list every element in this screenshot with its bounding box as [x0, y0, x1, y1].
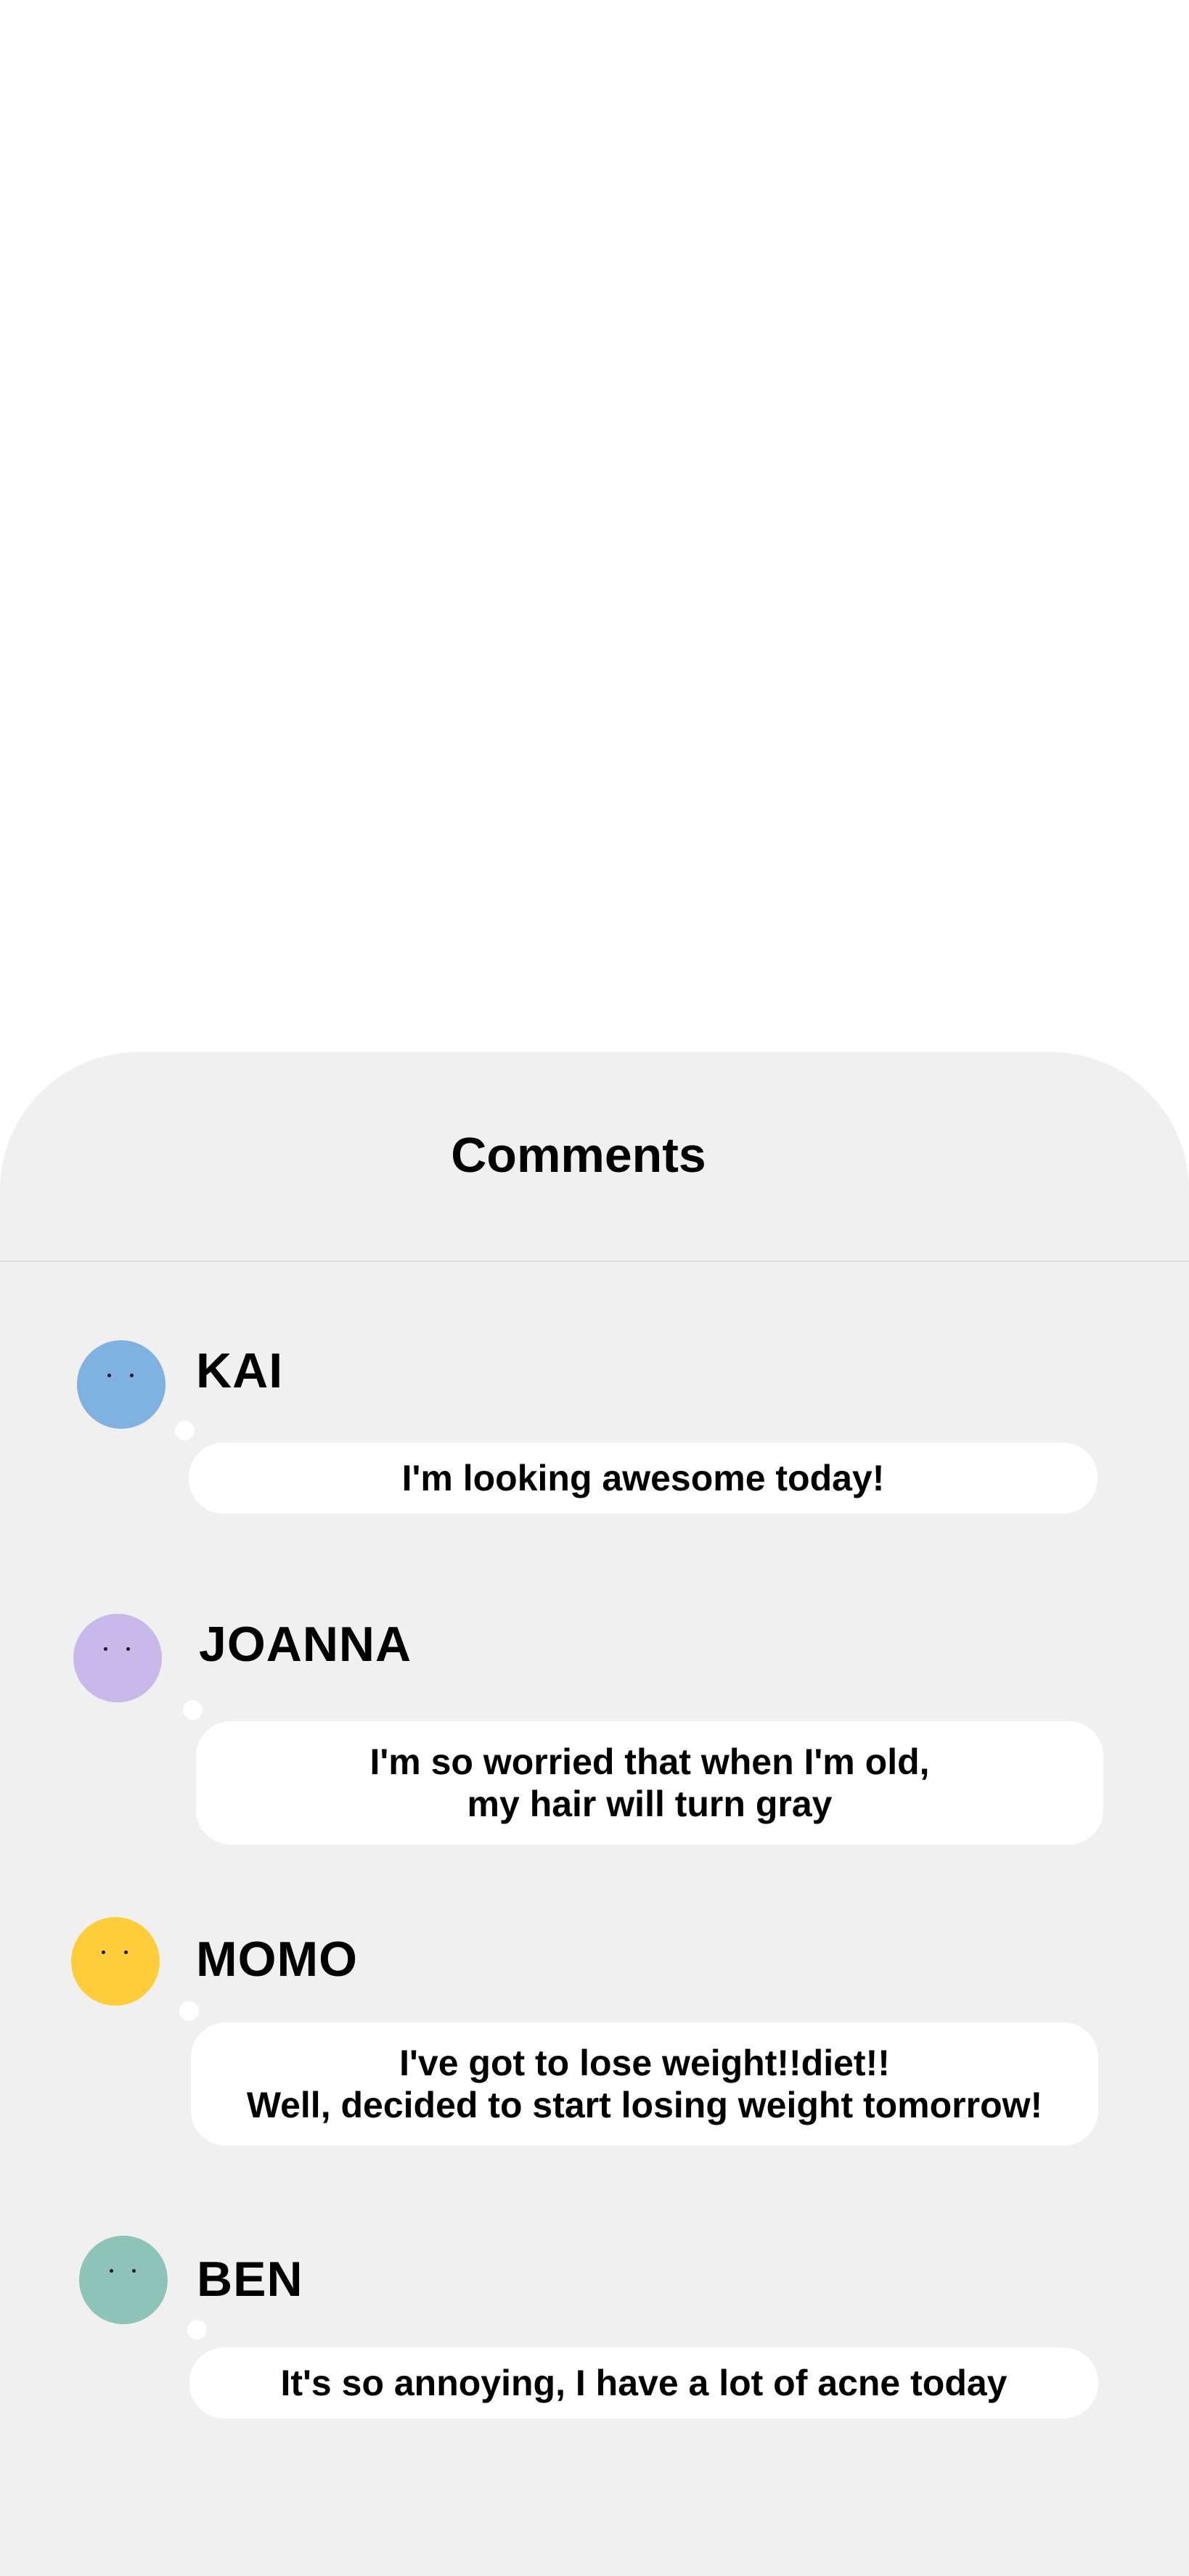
commenter-name[interactable]: KAI — [196, 1346, 283, 1395]
avatar-face-icon[interactable] — [71, 1917, 160, 2006]
avatar-face-icon[interactable] — [79, 2236, 168, 2324]
app-screen: Comments KAI I'm looking awesome today! … — [0, 0, 1189, 2576]
bubble-tail-dot — [187, 2320, 207, 2339]
avatar-eye-right — [130, 1374, 134, 1377]
avatar-eye-left — [107, 1374, 111, 1377]
comment-bubble: I'm looking awesome today! — [189, 1443, 1098, 1514]
comment-bubble: I'm so worried that when I'm old, my hai… — [196, 1721, 1103, 1845]
comment-bubble: I've got to lose weight!!diet!! Well, de… — [191, 2022, 1098, 2146]
bubble-tail-dot — [175, 1421, 195, 1440]
avatar-eye-right — [132, 2269, 136, 2273]
bubble-tail-dot — [179, 2001, 199, 2021]
avatar-eye-left — [110, 2269, 113, 2273]
avatar-eye-right — [126, 1647, 130, 1651]
bubble-tail-dot — [183, 1700, 203, 1720]
avatar-eye-left — [102, 1951, 105, 1954]
commenter-name[interactable]: JOANNA — [199, 1620, 412, 1669]
avatar-eye-right — [124, 1951, 128, 1954]
commenter-name[interactable]: MOMO — [196, 1935, 358, 1984]
avatar-eye-left — [104, 1647, 107, 1651]
comments-title: Comments — [451, 1128, 706, 1183]
avatar-face-icon[interactable] — [77, 1340, 166, 1429]
comments-header: Comments — [0, 1052, 1189, 1262]
comment-bubble: It's so annoying, I have a lot of acne t… — [189, 2347, 1098, 2419]
commenter-name[interactable]: BEN — [197, 2255, 303, 2304]
avatar-face-icon[interactable] — [73, 1614, 162, 1702]
